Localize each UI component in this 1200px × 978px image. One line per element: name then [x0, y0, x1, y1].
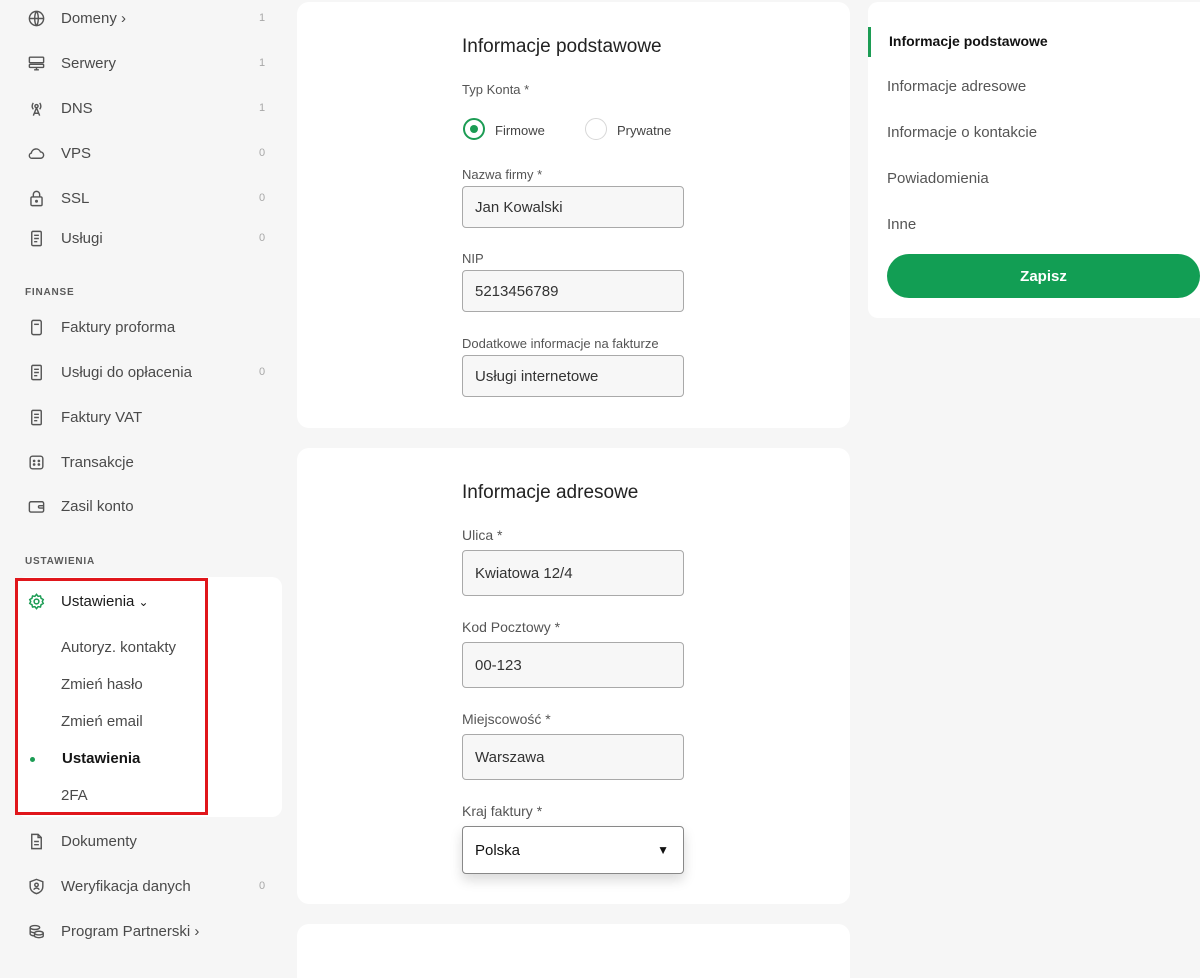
- city-label: Miejscowość *: [462, 711, 551, 727]
- sidebar-item-program-partnerski[interactable]: Program Partnerski ›: [0, 911, 290, 951]
- section-link-basic-info[interactable]: Informacje podstawowe: [889, 33, 1048, 49]
- sidebar-item-label: Serwery: [61, 54, 117, 72]
- section-link-notifications[interactable]: Powiadomienia: [887, 170, 989, 187]
- sidebar-item-weryfikacja-danych[interactable]: Weryfikacja danych 0: [0, 866, 290, 906]
- document-icon: [26, 407, 46, 427]
- shield-user-icon: [26, 876, 46, 896]
- active-indicator: [868, 27, 871, 57]
- street-label: Ulica *: [462, 527, 503, 543]
- sidebar: Domeny › 1 Serwery 1 DNS 1 VPS 0 SSL 0 U: [0, 0, 290, 978]
- account-type-label: Typ Konta *: [462, 82, 530, 97]
- sidebar-item-zasil-konto[interactable]: Zasil konto: [0, 486, 290, 526]
- sidebar-item-uslugi[interactable]: Usługi 0: [0, 218, 290, 258]
- radio-label-firmowe: Firmowe: [495, 123, 545, 138]
- section-link-address-info[interactable]: Informacje adresowe: [887, 78, 1026, 95]
- count-badge: 0: [259, 880, 266, 892]
- sidebar-item-ssl[interactable]: SSL 0: [0, 178, 290, 218]
- sidebar-item-label: Usługi: [61, 229, 103, 247]
- count-badge: 0: [259, 232, 266, 244]
- antenna-icon: [26, 98, 46, 118]
- sidebar-item-label: DNS: [61, 99, 93, 117]
- next-section-card: [297, 924, 850, 978]
- sidebar-item-label: Dokumenty: [61, 832, 137, 850]
- sidebar-item-label: Weryfikacja danych: [61, 877, 191, 895]
- city-input[interactable]: Warszawa: [462, 734, 684, 780]
- sidebar-item-label: Program Partnerski ›: [61, 922, 200, 940]
- postal-code-label: Kod Pocztowy *: [462, 619, 561, 635]
- invoice-icon: [26, 317, 46, 337]
- invoice-info-input[interactable]: Usługi internetowe: [462, 355, 684, 397]
- sidebar-item-dns[interactable]: DNS 1: [0, 88, 290, 128]
- count-badge: 1: [259, 57, 266, 69]
- sidebar-item-domeny[interactable]: Domeny › 1: [0, 0, 290, 38]
- coins-icon: [26, 921, 46, 941]
- sidebar-item-label: Zasil konto: [61, 497, 134, 515]
- nip-input[interactable]: 5213456789: [462, 270, 684, 312]
- company-name-input[interactable]: Jan Kowalski: [462, 186, 684, 228]
- section-title-finanse: FINANSE: [25, 287, 75, 298]
- country-label: Kraj faktury *: [462, 803, 543, 819]
- section-title-address-info: Informacje adresowe: [462, 482, 639, 503]
- sidebar-item-faktury-proforma[interactable]: Faktury proforma: [0, 307, 290, 347]
- file-icon: [26, 831, 46, 851]
- nip-label: NIP: [462, 251, 484, 266]
- sidebar-item-dokumenty[interactable]: Dokumenty: [0, 821, 290, 861]
- radio-firmowe[interactable]: [463, 118, 485, 140]
- sidebar-item-serwery[interactable]: Serwery 1: [0, 43, 290, 83]
- count-badge: 1: [259, 102, 266, 114]
- sidebar-item-label: SSL: [61, 189, 90, 207]
- document-icon: [26, 228, 46, 248]
- count-badge: 0: [259, 192, 266, 204]
- sidebar-item-label: Usługi do opłacenia: [61, 363, 192, 381]
- transactions-icon: [26, 452, 46, 472]
- street-input[interactable]: Kwiatowa 12/4: [462, 550, 684, 596]
- address-info-card: Informacje adresowe Ulica * Kwiatowa 12/…: [297, 448, 850, 904]
- count-badge: 0: [259, 147, 266, 159]
- radio-label-prywatne: Prywatne: [617, 123, 672, 138]
- section-navigation: Informacje podstawowe Informacje adresow…: [868, 2, 1200, 318]
- cloud-icon: [26, 143, 46, 163]
- server-icon: [26, 53, 46, 73]
- sidebar-item-label: VPS: [61, 144, 92, 162]
- sidebar-item-transakcje[interactable]: Transakcje: [0, 442, 290, 482]
- sidebar-item-label: Domeny ›: [61, 9, 127, 27]
- country-select[interactable]: Polska ▼: [462, 826, 684, 874]
- sidebar-item-faktury-vat[interactable]: Faktury VAT: [0, 397, 290, 437]
- section-link-other[interactable]: Inne: [887, 216, 916, 233]
- caret-down-icon: ▼: [657, 843, 669, 857]
- section-link-contact-info[interactable]: Informacje o kontakcie: [887, 124, 1037, 141]
- highlight-annotation-box: [15, 578, 208, 815]
- globe-icon: [26, 8, 46, 28]
- sidebar-item-uslugi-do-oplacenia[interactable]: Usługi do opłacenia 0: [0, 352, 290, 392]
- sidebar-item-label: Transakcje: [61, 453, 134, 471]
- count-badge: 0: [259, 366, 266, 378]
- sidebar-item-vps[interactable]: VPS 0: [0, 133, 290, 173]
- section-title-basic-info: Informacje podstawowe: [462, 36, 662, 57]
- wallet-icon: [26, 496, 46, 516]
- lock-icon: [26, 188, 46, 208]
- basic-info-card: Informacje podstawowe Typ Konta * Firmow…: [297, 2, 850, 428]
- country-select-value: Polska: [475, 841, 521, 859]
- postal-code-input[interactable]: 00-123: [462, 642, 684, 688]
- count-badge: 1: [259, 12, 266, 24]
- sidebar-item-label: Faktury proforma: [61, 318, 176, 336]
- radio-prywatne[interactable]: [585, 118, 607, 140]
- document-icon: [26, 362, 46, 382]
- company-name-label: Nazwa firmy *: [462, 167, 543, 182]
- sidebar-item-label: Faktury VAT: [61, 408, 143, 426]
- section-title-ustawienia: USTAWIENIA: [25, 556, 96, 567]
- save-button[interactable]: Zapisz: [887, 254, 1200, 298]
- invoice-info-label: Dodatkowe informacje na fakturze: [462, 336, 659, 351]
